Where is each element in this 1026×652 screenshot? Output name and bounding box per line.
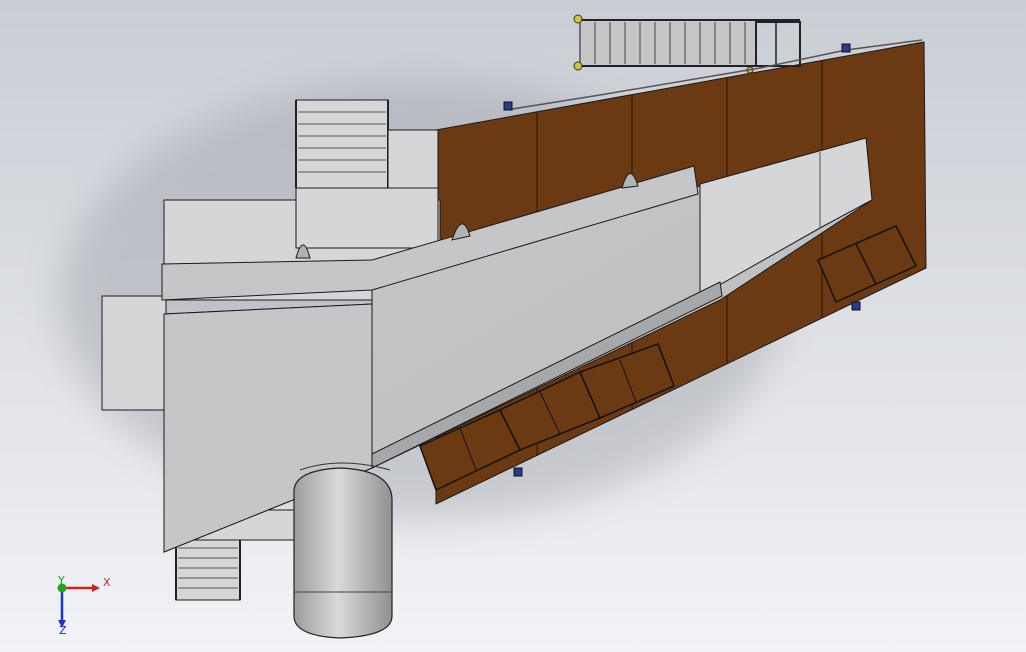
y-axis-label: Y	[57, 574, 65, 587]
x-axis-label: X	[103, 576, 111, 589]
lower-left-stair	[175, 537, 241, 601]
upper-platform-block	[387, 129, 439, 189]
engine-nacelle	[293, 462, 393, 639]
cad-viewport[interactable]: X Y Z	[0, 0, 1026, 652]
z-axis-label: Z	[59, 624, 67, 637]
assembly-drawing[interactable]: X Y Z	[0, 0, 1026, 652]
upper-left-stair	[295, 99, 389, 189]
nose-dock-box	[101, 295, 167, 411]
fuselage-dock-mid	[295, 187, 439, 249]
